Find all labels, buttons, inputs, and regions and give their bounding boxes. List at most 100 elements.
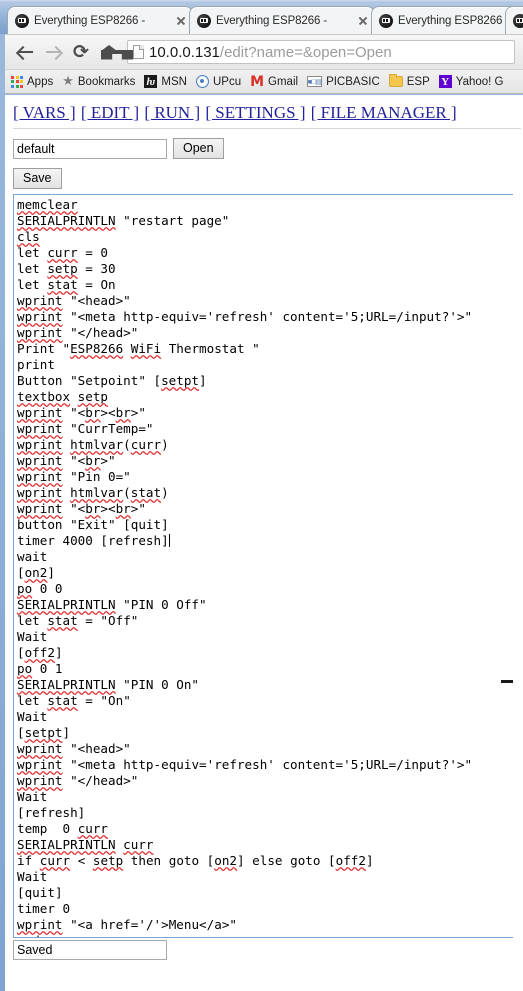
status-input[interactable]: [13, 940, 167, 960]
code-line: wprint "<meta http-equiv='refresh' conte…: [17, 757, 473, 772]
misspelled-word: br: [85, 405, 101, 420]
save-button[interactable]: Save: [13, 168, 62, 189]
code-line: print: [17, 357, 55, 372]
home-button[interactable]: [95, 38, 123, 66]
gmail-icon: M: [250, 73, 265, 90]
open-button[interactable]: Open: [173, 138, 224, 159]
esp8266-favicon-icon: [513, 13, 523, 28]
tab-title: Everything ESP8266 -: [216, 14, 328, 27]
nav-link-file-manager[interactable]: [ FILE MANAGER ]: [311, 103, 457, 122]
code-line: Wait: [17, 869, 48, 884]
code-line: wprint "<br><br>": [17, 405, 146, 420]
code-editor-textarea[interactable]: memclear SERIALPRINTLN "restart page" cls l…: [13, 194, 513, 938]
bookmark-picbasic[interactable]: ■□▤ PICBASIC: [307, 76, 380, 88]
browser-window: Everything ESP8266 - Everything ESP8266 …: [0, 0, 523, 991]
page-icon: [133, 45, 144, 59]
code-line: wprint "<head>": [17, 741, 131, 756]
bookmark-esp[interactable]: ESP: [388, 74, 430, 88]
nav-link-settings[interactable]: [ SETTINGS ]: [205, 103, 305, 122]
bookmark-upcu[interactable]: UPcu: [195, 75, 242, 88]
misspelled-word: memclear: [17, 197, 78, 212]
code-line: wprint "<head>": [17, 293, 131, 308]
bookmark-gmail[interactable]: M Gmail: [250, 75, 298, 89]
address-bar[interactable]: 10.0.0.131/edit?name=&open=Open: [127, 40, 515, 64]
code-line: temp 0 curr: [17, 821, 109, 836]
upcu-icon: [195, 75, 209, 88]
url-host: 10.0.0.131: [149, 43, 220, 61]
code-line: wprint "<br>": [17, 453, 116, 468]
code-line: let setp = 30: [17, 261, 116, 276]
misspelled-word: off2: [24, 645, 55, 660]
esp8266-favicon-icon: [15, 13, 29, 28]
bookmark-msn[interactable]: ƕ MSN: [144, 75, 187, 88]
bookmark-yahoo[interactable]: Y Yahoo! G: [438, 75, 504, 88]
misspelled-word: SERIALPRINTLN: [17, 677, 116, 692]
code-line: wprint "<a href='/'>Menu</a>": [17, 917, 237, 932]
misspelled-word: SERIALPRINTLN: [17, 837, 116, 852]
browser-tab[interactable]: Everything ESP8266 -: [7, 6, 193, 34]
filename-input[interactable]: [13, 138, 167, 159]
close-tab-icon[interactable]: [356, 14, 370, 28]
misspelled-word: ESP8266: [70, 341, 124, 356]
misspelled-word: stat: [130, 485, 162, 500]
code-line: wprint "Pin 0=": [17, 469, 131, 484]
misspelled-word: stat: [47, 277, 78, 292]
apps-grid-icon: [11, 75, 23, 88]
misspelled-word: po: [17, 661, 33, 676]
misspelled-word: wprint: [17, 405, 63, 420]
nav-link-edit[interactable]: [ EDIT ]: [81, 103, 139, 122]
code-line: wprint "<br><br>": [17, 501, 146, 516]
code-line: if curr < setp then goto [on2] else goto…: [17, 853, 374, 868]
bookmark-label: UPcu: [212, 75, 242, 88]
misspelled-word: on2: [214, 853, 237, 868]
code-line: Wait: [17, 789, 48, 804]
code-line: [on2]: [17, 565, 55, 580]
code-line: timer 0: [17, 901, 71, 916]
back-button[interactable]: [11, 38, 39, 66]
bookmark-label: ESP: [406, 75, 430, 88]
yahoo-icon: Y: [438, 75, 452, 88]
bookmark-apps[interactable]: Apps: [11, 75, 53, 88]
code-line: Wait: [17, 629, 48, 644]
bookmark-label: Yahoo! G: [455, 75, 504, 88]
esp8266-favicon-icon: [379, 13, 393, 28]
reload-button[interactable]: ⟳: [67, 38, 95, 66]
code-line: po 0 1: [17, 661, 63, 676]
save-row: Save: [5, 159, 523, 194]
back-arrow-icon: [17, 44, 34, 61]
browser-tab[interactable]: Everything ESP8266 -: [189, 6, 375, 34]
code-line: [off2]: [17, 645, 63, 660]
close-tab-icon[interactable]: [174, 14, 188, 28]
misspelled-word: curr: [130, 437, 162, 452]
misspelled-word: htmlvar: [70, 485, 124, 500]
nav-links: [ VARS ] [ EDIT ] [ RUN ] [ SETTINGS ] […: [5, 95, 523, 123]
code-line: memclear: [17, 197, 513, 213]
code-line: end: [17, 933, 513, 937]
misspelled-word: stat: [47, 613, 78, 628]
forward-button[interactable]: [39, 38, 67, 66]
page-content: [ VARS ] [ EDIT ] [ RUN ] [ SETTINGS ] […: [5, 95, 523, 991]
tab-strip: Everything ESP8266 - Everything ESP8266 …: [0, 0, 523, 34]
text-caret: [168, 534, 170, 547]
nav-link-vars[interactable]: [ VARS ]: [13, 103, 76, 122]
browser-tab[interactable]: [505, 6, 523, 34]
code-line: cls: [17, 229, 513, 245]
bookmark-bookmarks[interactable]: ★ Bookmarks: [62, 75, 135, 88]
misspelled-word: br: [85, 453, 101, 468]
bookmark-label: MSN: [161, 75, 187, 88]
misspelled-word: setp: [92, 853, 124, 868]
horizontal-scrollbar-thumb[interactable]: [501, 680, 513, 683]
nav-link-run[interactable]: [ RUN ]: [144, 103, 200, 122]
browser-toolbar: ⟳ 10.0.0.131/edit?name=&open=Open: [5, 34, 523, 69]
reload-icon: ⟳: [73, 40, 89, 63]
misspelled-word: setp: [77, 389, 109, 404]
misspelled-word: br: [85, 501, 101, 516]
code-line: wprint "</head>": [17, 773, 139, 788]
code-line: wprint "</head>": [17, 325, 139, 340]
misspelled-word: wprint: [17, 293, 63, 308]
browser-tab[interactable]: Everything ESP8266 -: [371, 6, 523, 34]
code-line: Button "Setpoint" [setpt]: [17, 373, 207, 388]
code-line: let stat = "On": [17, 693, 131, 708]
code-line: [quit]: [17, 885, 63, 900]
code-line: timer 4000 [refresh]: [17, 533, 170, 548]
